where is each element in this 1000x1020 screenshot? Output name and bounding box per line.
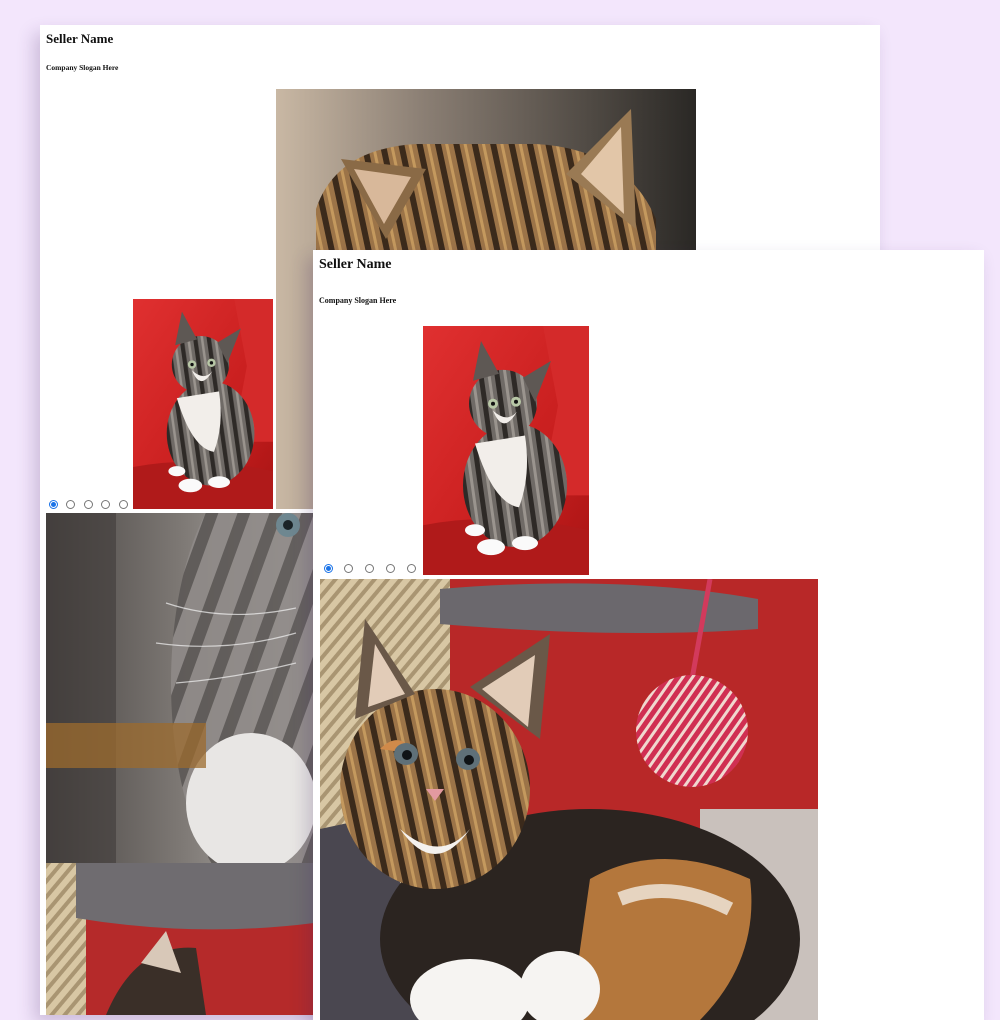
carousel-radio-2[interactable]: [66, 500, 75, 509]
company-slogan: Company Slogan Here: [46, 63, 119, 72]
carousel-radio-1[interactable]: [324, 564, 333, 573]
carousel-radio-3[interactable]: [365, 564, 374, 573]
carousel-radio-1[interactable]: [49, 500, 58, 509]
seller-name: Seller Name: [46, 31, 114, 46]
calico-kitten-with-yarn-ball-photo: [320, 579, 818, 1020]
calico-kitten-partial-photo: [46, 863, 314, 1015]
carousel-radio-4[interactable]: [386, 564, 395, 573]
carousel-radio-4[interactable]: [101, 500, 110, 509]
carousel-radio-3[interactable]: [84, 500, 93, 509]
seller-page-window-front: Seller Name Company Slogan Here: [313, 250, 984, 1020]
seller-name: Seller Name: [319, 257, 392, 272]
carousel-radio-5[interactable]: [407, 564, 416, 573]
company-slogan: Company Slogan Here: [319, 296, 397, 305]
carousel-radio-5[interactable]: [119, 500, 128, 509]
grey-kitten-blurred-photo: [46, 513, 314, 863]
kitten-on-red-cushion-photo: [133, 299, 273, 509]
kitten-on-red-cushion-photo: [423, 326, 589, 575]
carousel-radio-2[interactable]: [344, 564, 353, 573]
